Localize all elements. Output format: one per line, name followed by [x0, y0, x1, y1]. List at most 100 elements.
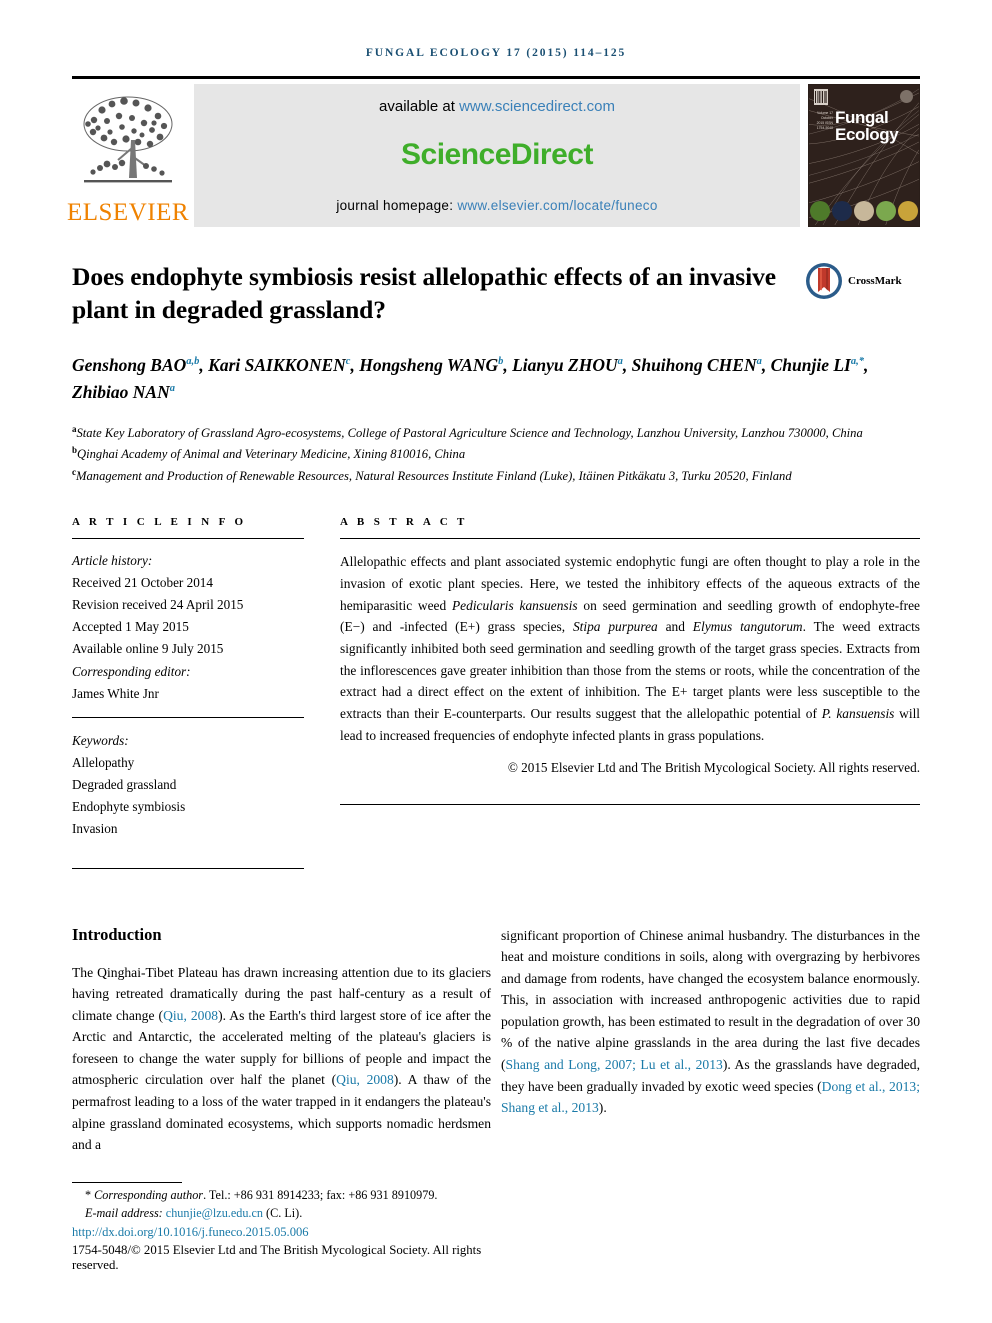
cover-specimen-3 [854, 201, 874, 221]
citation-reference[interactable]: Qiu, 2008 [163, 1008, 218, 1023]
info-abstract-region: A R T I C L E I N F O Article history: R… [72, 516, 920, 869]
article-history-item: Available online 9 July 2015 [72, 641, 224, 657]
corresponding-author-marker: * [85, 1188, 92, 1202]
introduction-paragraph-left: The Qinghai-Tibet Plateau has drawn incr… [72, 962, 491, 1156]
cover-barcode-icon [814, 89, 828, 105]
cover-specimen-2 [832, 201, 852, 221]
affiliation-text: Management and Production of Renewable R… [76, 468, 792, 483]
species-name: Pedicularis kansuensis [452, 597, 578, 613]
corresponding-author-label: Corresponding author [94, 1188, 204, 1202]
abstract-bottom-rule [340, 803, 920, 805]
doi-link[interactable]: http://dx.doi.org/10.1016/j.funeco.2015.… [72, 1225, 492, 1240]
author-affiliation-marker: a [756, 356, 762, 368]
affiliation-text: Qinghai Academy of Animal and Veterinary… [77, 447, 466, 462]
cover-title-line1: Fungal [835, 108, 889, 127]
email-link[interactable]: chunjie@lzu.edu.cn [166, 1206, 263, 1220]
article-history-item: Received 21 October 2014 [72, 575, 213, 591]
crossmark-badge[interactable]: CrossMark [805, 262, 920, 300]
abstract-copyright: © 2015 Elsevier Ltd and The British Myco… [507, 759, 920, 775]
page-title: Does endophyte symbiosis resist allelopa… [72, 262, 776, 325]
sciencedirect-wordmark[interactable]: ScienceDirect [401, 138, 593, 172]
author-name: Hongsheng WANG [359, 355, 499, 376]
cover-sidetext: Volume 17 October 2015 ISSN 1754-5048 [816, 111, 833, 131]
email-owner: (C. Li). [262, 1205, 303, 1220]
body-column-gap [491, 925, 501, 1156]
email-note: E-mail address: chunjie@lzu.edu.cn (C. L… [72, 1205, 492, 1223]
author-affiliation-marker: b [498, 356, 504, 368]
author-item: Hongsheng WANGb [359, 355, 503, 375]
citation-reference[interactable]: Shang and Long, 2007; Lu et al., 2013 [506, 1057, 723, 1072]
author-name: Lianyu ZHOU [512, 355, 618, 376]
author-name: Genshong BAO [72, 355, 187, 376]
affiliation-text: State Key Laboratory of Grassland Agro-e… [76, 425, 863, 440]
elsevier-tree-icon [83, 96, 173, 183]
cover-title: Fungal Ecology [835, 108, 899, 144]
journal-homepage-url[interactable]: www.elsevier.com/locate/funeco [457, 198, 657, 213]
species-name: Stipa purpurea [572, 619, 658, 635]
affiliation-item: aState Key Laboratory of Grassland Agro-… [72, 422, 920, 444]
keyword-item: Endophyte symbiosis [72, 798, 186, 814]
corresponding-author-contact: . Tel.: +86 931 8914233; fax: +86 931 89… [203, 1188, 438, 1202]
article-history-block: Article history: Received 21 October 201… [72, 550, 304, 704]
species-name: Elymus tangutorum [692, 619, 803, 635]
keywords-block: Keywords: Allelopathy Degraded grassland… [72, 730, 304, 840]
species-name: P. kansuensis [821, 706, 895, 722]
footnote-block: * Corresponding author. Tel.: +86 931 89… [72, 1182, 492, 1273]
body-column-left: Introduction The Qinghai-Tibet Plateau h… [72, 925, 491, 1156]
sciencedirect-band: available at www.sciencedirect.com Scien… [194, 84, 800, 227]
column-gap [304, 516, 340, 869]
issn-copyright-line: 1754-5048/© 2015 Elsevier Ltd and The Br… [72, 1243, 482, 1273]
author-name: Chunjie LI [770, 355, 851, 376]
keyword-item: Degraded grassland [72, 776, 177, 792]
author-item: Lianyu ZHOUa [512, 355, 623, 375]
journal-cover-thumbnail[interactable]: Volume 17 October 2015 ISSN 1754-5048 Fu… [808, 84, 920, 227]
author-affiliation-marker: a [169, 383, 175, 395]
author-name: Kari SAIKKONEN [208, 355, 346, 376]
author-name: Shuihong CHEN [631, 355, 757, 376]
author-item: Kari SAIKKONENc [208, 355, 350, 375]
affiliation-item: bQinghai Academy of Animal and Veterinar… [72, 443, 920, 465]
email-label: E-mail address: [85, 1205, 166, 1220]
citation-reference[interactable]: Qiu, 2008 [336, 1072, 394, 1087]
sciencedirect-url[interactable]: www.sciencedirect.com [459, 98, 615, 115]
crossmark-icon [806, 263, 842, 299]
article-history-label: Article history: [72, 553, 153, 569]
keywords-label: Keywords: [72, 732, 129, 748]
author-item: Genshong BAOa,b [72, 355, 199, 375]
corresponding-author-note: * Corresponding author. Tel.: +86 931 89… [72, 1187, 492, 1205]
journal-homepage-line: journal homepage: www.elsevier.com/locat… [336, 198, 657, 213]
abstract-column: A B S T R A C T Allelopathic effects and… [340, 516, 920, 869]
article-history-item: Revision received 24 April 2015 [72, 597, 244, 613]
cover-specimen-4 [876, 201, 896, 221]
cover-specimen-row [809, 201, 919, 221]
footnote-rule [72, 1182, 182, 1183]
available-at-label: available at [379, 98, 460, 115]
elsevier-logo: ELSEVIER [67, 84, 189, 227]
body-columns: Introduction The Qinghai-Tibet Plateau h… [72, 925, 920, 1156]
affiliation-list: aState Key Laboratory of Grassland Agro-… [72, 422, 920, 487]
author-list: Genshong BAOa,b, Kari SAIKKONENc, Hongsh… [72, 355, 869, 403]
article-info-column: A R T I C L E I N F O Article history: R… [72, 516, 304, 869]
author-affiliation-marker: a [617, 356, 623, 368]
running-head: FUNGAL ECOLOGY 17 (2015) 114–125 [365, 47, 627, 59]
article-history-item: Accepted 1 May 2015 [72, 619, 189, 635]
affiliation-item: cManagement and Production of Renewable … [72, 465, 920, 487]
abstract-text: Allelopathic effects and plant associate… [340, 551, 920, 746]
journal-masthead: ELSEVIER available at www.sciencedirect.… [67, 84, 920, 227]
author-item: Zhibiao NANa [72, 382, 175, 402]
body-column-right: significant proportion of Chinese animal… [501, 925, 920, 1156]
text-run: and [657, 619, 693, 635]
author-item: Shuihong CHENa [632, 355, 762, 375]
elsevier-wordmark: ELSEVIER [66, 199, 190, 226]
journal-homepage-label: journal homepage: [336, 198, 458, 213]
cover-society-mark-icon [900, 90, 913, 103]
introduction-heading: Introduction [72, 924, 162, 944]
cover-specimen-1 [810, 201, 830, 221]
corresponding-editor-label: Corresponding editor: [72, 663, 191, 679]
text-run: significant proportion of Chinese animal… [501, 927, 920, 1073]
article-info-bottom-rule [72, 867, 304, 869]
article-info-heading: A R T I C L E I N F O [72, 516, 247, 529]
author-name: Zhibiao NAN [72, 382, 170, 403]
text-run: ). [598, 1100, 607, 1116]
author-item: Chunjie LIa,* [771, 355, 864, 375]
